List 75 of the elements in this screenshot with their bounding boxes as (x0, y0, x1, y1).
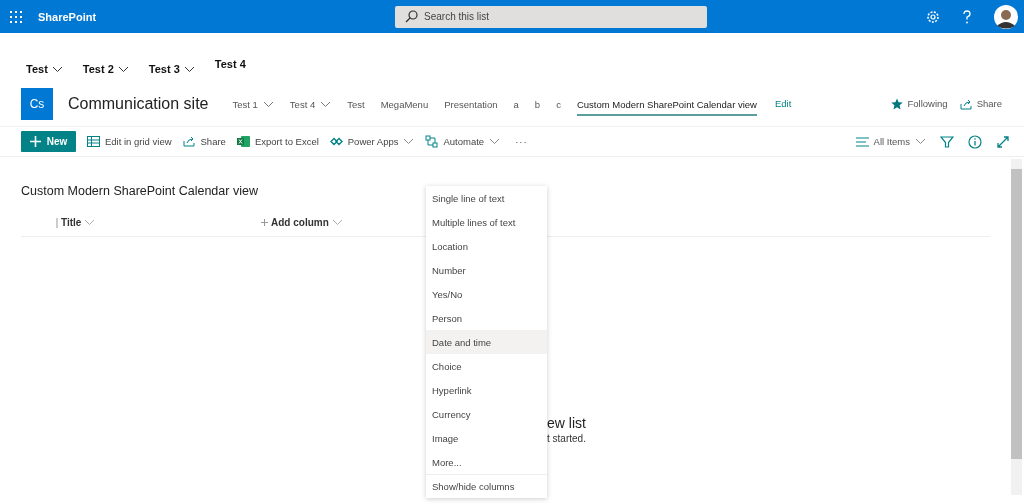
menu-item[interactable]: Show/hide columns (426, 474, 547, 498)
help-icon[interactable] (962, 9, 972, 24)
more-button[interactable]: ··· (515, 136, 528, 147)
menu-item[interactable]: Person (426, 306, 547, 330)
chevron-icon (117, 65, 129, 73)
hub-nav-item[interactable]: Test 3 (148, 63, 195, 75)
chevron-icon (183, 65, 195, 73)
app-launcher-icon[interactable] (10, 10, 22, 23)
avatar-icon[interactable] (994, 4, 1018, 29)
command-button[interactable]: Share (182, 135, 226, 148)
menu-item[interactable]: Location (426, 234, 547, 258)
menu-item[interactable]: Yes/No (426, 282, 547, 306)
empty-state-text: t started. (547, 433, 586, 444)
info-icon[interactable] (968, 134, 982, 149)
plus-icon (29, 136, 41, 147)
edit-link[interactable]: Edit (774, 98, 792, 109)
hub-nav-item[interactable]: Test 4 (214, 58, 246, 70)
chevron-icon (915, 138, 926, 145)
site-nav-item[interactable]: Custom Modern SharePoint Calendar view (576, 95, 757, 116)
site-nav-item[interactable]: a (513, 95, 519, 116)
chevron-icon (262, 101, 274, 108)
share-icon (182, 135, 196, 148)
search-field[interactable]: Search this list (395, 5, 708, 28)
command-button[interactable]: Automate (425, 135, 501, 148)
site-nav-item[interactable]: Test 4 (289, 95, 332, 116)
scrollbar[interactable] (1011, 159, 1022, 495)
following-button[interactable]: Following (890, 97, 948, 110)
site-nav-item[interactable]: Presentation (444, 95, 498, 116)
command-button[interactable]: Edit in grid view (87, 135, 172, 148)
command-button[interactable]: Power Apps (329, 135, 415, 148)
grid-icon (87, 135, 100, 148)
plus-icon (261, 219, 268, 226)
empty-state-title: ew list (547, 415, 586, 431)
new-button[interactable]: New (21, 131, 76, 152)
share-button[interactable]: Share (959, 97, 1002, 110)
share-icon (959, 97, 972, 110)
menu-item[interactable]: Single line of text (426, 186, 547, 210)
app-name[interactable]: SharePoint (38, 10, 97, 23)
chevron-icon (84, 219, 96, 226)
chevron-icon (51, 65, 63, 73)
site-nav-item[interactable]: c (556, 95, 561, 116)
list-title: Custom Modern SharePoint Calendar view (21, 184, 258, 200)
chevron-icon (403, 138, 415, 145)
filter-icon[interactable] (940, 134, 954, 149)
view-list-icon (855, 136, 869, 147)
site-title[interactable]: Communication site (68, 94, 209, 113)
excel-icon (236, 135, 250, 148)
site-nav-item[interactable]: Test 1 (232, 95, 274, 116)
menu-item[interactable]: Choice (426, 354, 547, 378)
menu-item[interactable]: Multiple lines of text (426, 210, 547, 234)
settings-icon[interactable] (926, 9, 940, 24)
chevron-icon (320, 101, 332, 108)
star-icon (890, 97, 903, 110)
chevron-icon (331, 219, 343, 226)
power-apps-icon (329, 135, 343, 148)
menu-item[interactable]: Date and time (426, 330, 547, 354)
flow-icon (425, 135, 439, 148)
hub-nav-item[interactable]: Test 2 (82, 63, 129, 75)
menu-item[interactable]: Image (426, 426, 547, 450)
chevron-icon (489, 138, 501, 145)
hub-nav-item[interactable]: Test (26, 63, 63, 75)
menu-item[interactable]: Currency (426, 402, 547, 426)
menu-item[interactable]: Number (426, 258, 547, 282)
site-nav-item[interactable]: MegaMenu (380, 95, 429, 116)
expand-icon[interactable] (996, 134, 1010, 149)
site-nav-item[interactable]: Test (347, 95, 365, 116)
view-selector[interactable]: All Items (855, 136, 926, 147)
column-header[interactable]: Title (56, 217, 261, 228)
site-logo[interactable]: Cs (21, 87, 53, 120)
menu-item[interactable]: More... (426, 450, 547, 474)
resize-handle-icon (56, 217, 58, 228)
menu-item[interactable]: Hyperlink (426, 378, 547, 402)
site-nav-item[interactable]: b (534, 95, 541, 116)
command-button[interactable]: Export to Excel (236, 135, 319, 148)
add-column-button[interactable]: Add column (261, 217, 343, 228)
